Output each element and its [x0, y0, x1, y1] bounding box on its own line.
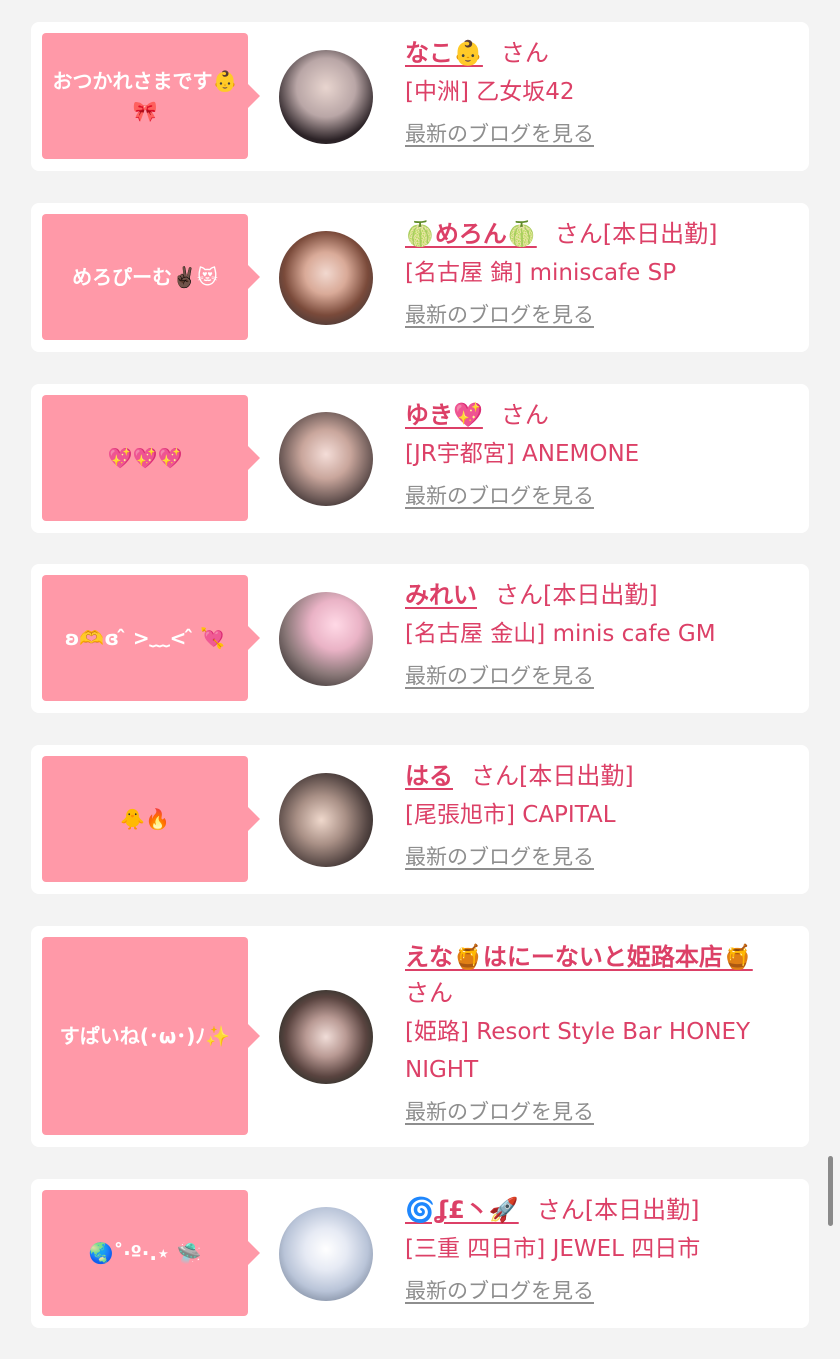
shop-info: [尾張旭市] CAPITAL	[405, 802, 616, 828]
work-status: [本日出勤]	[519, 762, 634, 790]
latest-blog-link[interactable]: 最新のブログを見る	[405, 119, 594, 149]
message-text: 💖💖💖	[107, 446, 183, 470]
message-text: おつかれさまです👶🎀	[52, 69, 238, 123]
message-text: めろぴーむ✌🏿😻	[72, 265, 218, 289]
shop-info: [名古屋 金山] minis cafe GM	[405, 621, 716, 647]
message-bubble: おつかれさまです👶🎀	[42, 33, 260, 159]
message-text: すぱいね(･ω･)ﾉ✨	[59, 1024, 231, 1048]
latest-blog-link[interactable]: 最新のブログを見る	[405, 481, 594, 511]
avatar[interactable]	[279, 412, 373, 506]
avatar[interactable]	[279, 231, 373, 325]
shop-info: [中洲] 乙女坂42	[405, 79, 575, 105]
latest-blog-link[interactable]: 最新のブログを見る	[405, 842, 594, 872]
cast-name-link[interactable]: 🍈めろん🍈	[405, 220, 537, 248]
message-text: 🐥🔥	[120, 807, 170, 831]
honorific: さん	[495, 581, 543, 609]
cast-name-link[interactable]: 🌀ʆ£丶🚀	[405, 1196, 519, 1224]
message-bubble: ʚ🫶ɞ ̂ >﹏< ̂ 💘	[42, 575, 260, 701]
list-item: 🐥🔥 はる さん[本日出勤] [尾張旭市] CAPITAL 最新のブログを見る	[31, 745, 809, 894]
cast-name-link[interactable]: えな🍯はにーないと姫路本店🍯	[405, 943, 753, 971]
avatar[interactable]	[279, 1207, 373, 1301]
latest-blog-link[interactable]: 最新のブログを見る	[405, 1276, 594, 1306]
honorific: さん	[500, 401, 549, 429]
shop-info: [姫路] Resort Style Bar HONEY NIGHT	[405, 1019, 751, 1083]
avatar[interactable]	[279, 990, 373, 1084]
message-bubble: すぱいね(･ω･)ﾉ✨	[42, 937, 260, 1135]
message-bubble: 🌏˚‧º·.⋆ 🛸	[42, 1190, 260, 1316]
avatar[interactable]	[279, 773, 373, 867]
message-bubble: 💖💖💖	[42, 395, 260, 521]
honorific: さん	[500, 39, 549, 67]
message-text: 🌏˚‧º·.⋆ 🛸	[88, 1241, 202, 1265]
honorific: さん	[471, 762, 519, 790]
message-bubble: 🐥🔥	[42, 756, 260, 882]
honorific: さん	[554, 220, 603, 248]
avatar[interactable]	[279, 592, 373, 686]
work-status: [本日出勤]	[543, 581, 658, 609]
list-item: 🌏˚‧º·.⋆ 🛸 🌀ʆ£丶🚀 さん[本日出勤] [三重 四日市] JEWEL 四…	[31, 1179, 809, 1328]
cast-name-link[interactable]: ゆき💖	[405, 401, 483, 429]
list-item: ʚ🫶ɞ ̂ >﹏< ̂ 💘 みれい さん[本日出勤] [名古屋 金山] minis…	[31, 564, 809, 713]
latest-blog-link[interactable]: 最新のブログを見る	[405, 1097, 594, 1127]
latest-blog-link[interactable]: 最新のブログを見る	[405, 661, 594, 691]
list-item: 💖💖💖 ゆき💖 さん [JR宇都宮] ANEMONE 最新のブログを見る	[31, 384, 809, 533]
work-status: [本日出勤]	[602, 220, 718, 248]
work-status: [本日出勤]	[584, 1196, 700, 1224]
cast-name-link[interactable]: みれい	[405, 581, 477, 609]
list-item: おつかれさまです👶🎀 なこ👶 さん [中洲] 乙女坂42 最新のブログを見る	[31, 22, 809, 171]
scrollbar-thumb[interactable]	[828, 1156, 833, 1226]
cast-name-link[interactable]: はる	[405, 762, 453, 790]
honorific: さん	[405, 979, 453, 1007]
latest-blog-link[interactable]: 最新のブログを見る	[405, 300, 594, 330]
list-item: すぱいね(･ω･)ﾉ✨ えな🍯はにーないと姫路本店🍯 さん [姫路] Resort…	[31, 926, 809, 1147]
message-text: ʚ🫶ɞ ̂ >﹏< ̂ 💘	[64, 626, 226, 650]
list-item: めろぴーむ✌🏿😻 🍈めろん🍈 さん[本日出勤] [名古屋 錦] miniscafe…	[31, 203, 809, 352]
shop-info: [JR宇都宮] ANEMONE	[405, 441, 640, 467]
cast-name-link[interactable]: なこ👶	[405, 39, 483, 67]
honorific: さん	[536, 1196, 585, 1224]
avatar[interactable]	[279, 50, 373, 144]
shop-info: [三重 四日市] JEWEL 四日市	[405, 1236, 701, 1262]
shop-info: [名古屋 錦] miniscafe SP	[405, 260, 677, 286]
message-bubble: めろぴーむ✌🏿😻	[42, 214, 260, 340]
